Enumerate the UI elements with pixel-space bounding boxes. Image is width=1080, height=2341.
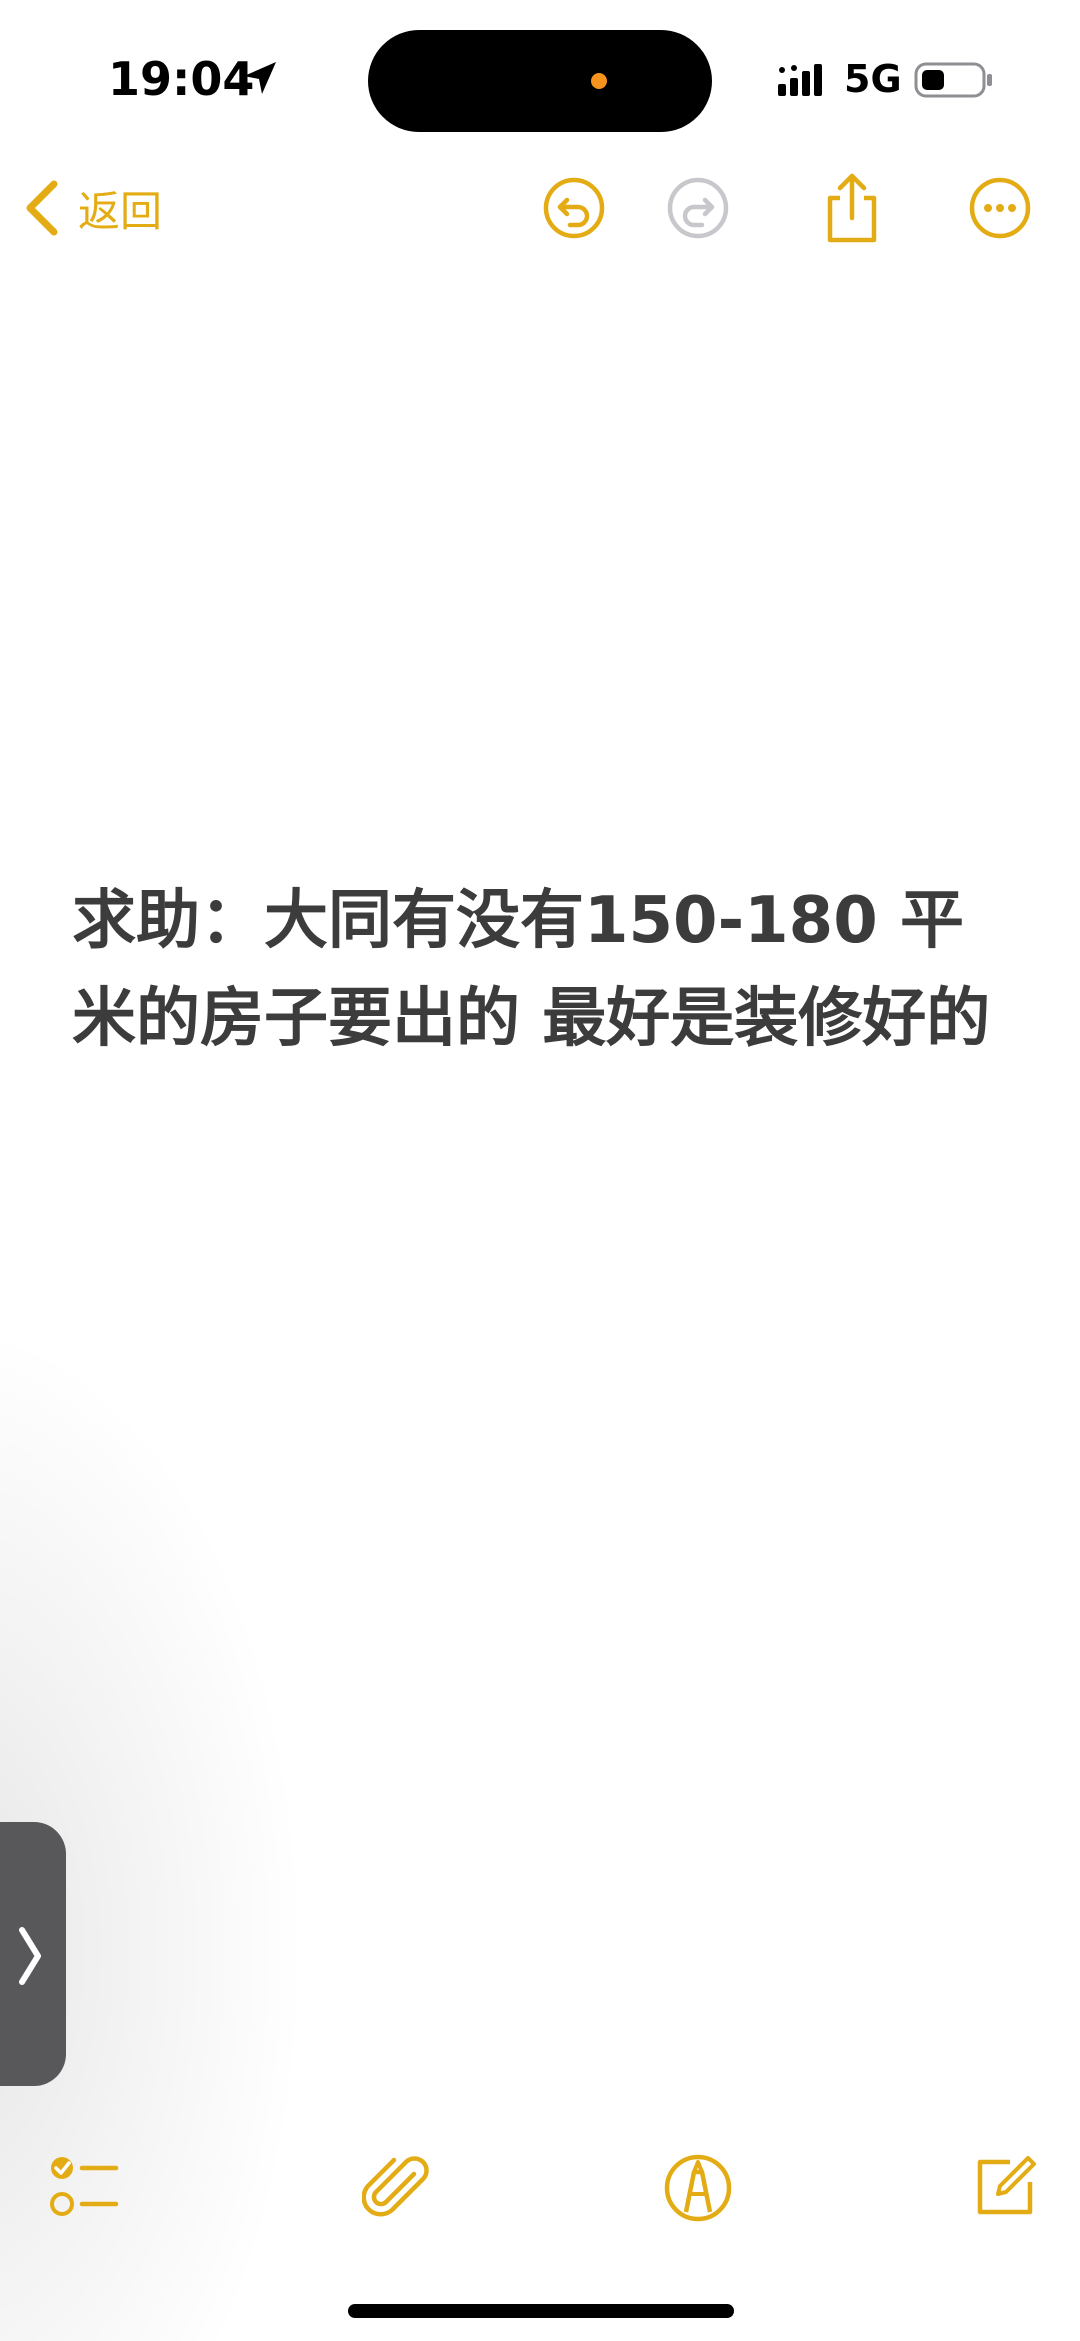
location-arrow-icon	[244, 62, 276, 94]
status-time: 19:04	[108, 52, 255, 106]
markup-icon[interactable]	[662, 2152, 734, 2224]
back-chevron-icon	[26, 180, 58, 236]
battery-icon	[914, 62, 992, 98]
attachment-icon[interactable]	[362, 2152, 434, 2224]
side-panel-handle[interactable]	[0, 1822, 66, 2086]
back-label: 返回	[78, 186, 163, 236]
signal-icon	[778, 64, 822, 96]
more-icon[interactable]	[968, 176, 1032, 240]
share-icon[interactable]	[820, 172, 884, 244]
background-shade	[0, 0, 1080, 2341]
redo-icon[interactable]	[666, 176, 730, 240]
back-button[interactable]: 返回	[22, 172, 192, 244]
compose-icon[interactable]	[970, 2150, 1042, 2222]
note-text[interactable]: 求助：大同有没有150-180 平米的房子要出的 最好是装修好的	[72, 872, 1012, 1068]
checklist-icon[interactable]	[48, 2152, 120, 2228]
privacy-indicator-dot	[591, 73, 607, 89]
chevron-right-icon	[19, 1927, 41, 1985]
dynamic-island	[368, 30, 712, 132]
undo-icon[interactable]	[542, 176, 606, 240]
network-type: 5G	[844, 57, 902, 101]
home-indicator	[348, 2304, 734, 2318]
